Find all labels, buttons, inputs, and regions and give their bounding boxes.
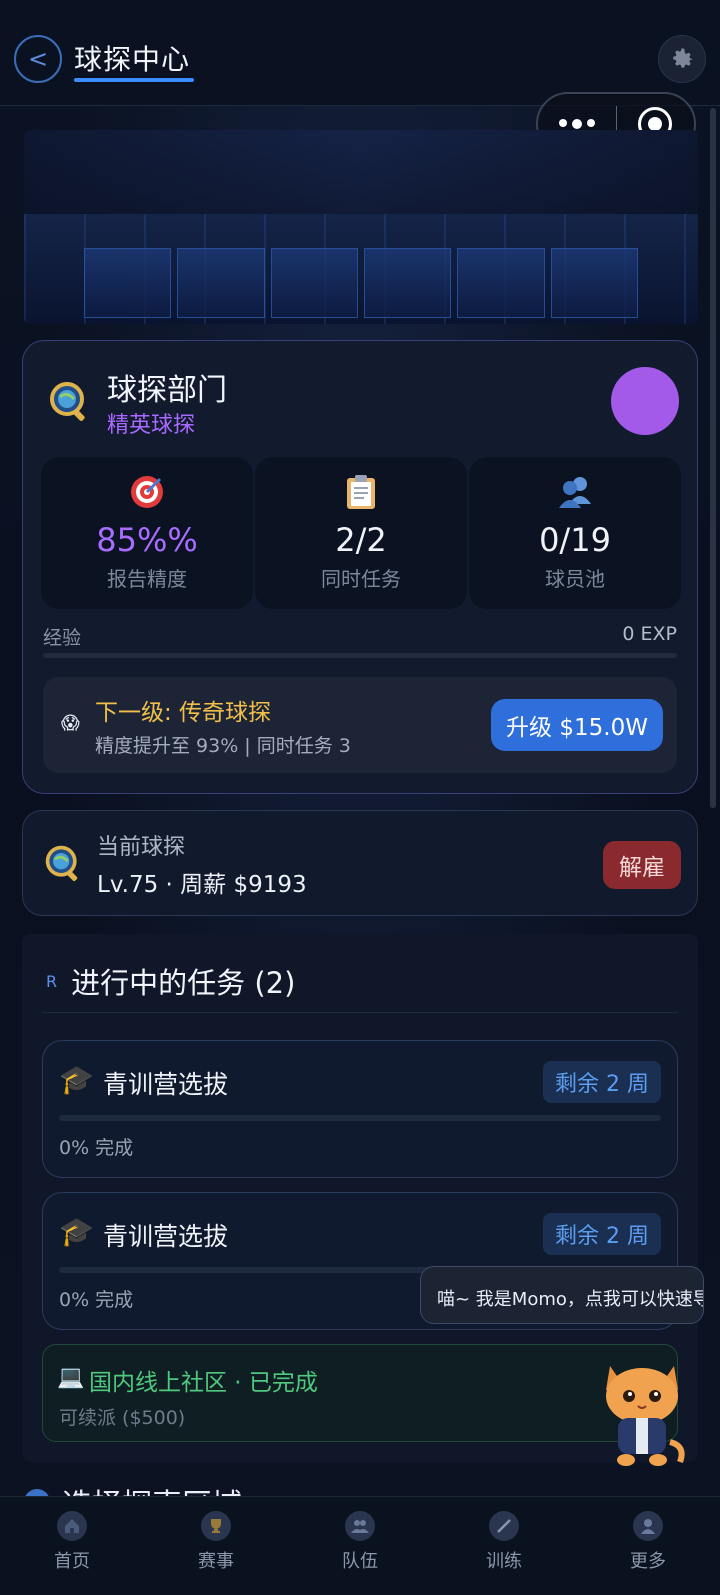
- scout-department-card: 球探部门 精英球探 85%% 报告精度 2/2 同时任务 0/19 球员池 经验…: [22, 340, 698, 794]
- current-scout-info: Lv.75 · 周薪 $9193: [97, 872, 307, 898]
- stat-tasks: 2/2 同时任务: [255, 457, 467, 609]
- current-scout-card: 当前球探 Lv.75 · 周薪 $9193 解雇: [22, 810, 698, 916]
- tab-label: 赛事: [198, 1551, 234, 1572]
- tab-label: 首页: [54, 1551, 90, 1572]
- task-progress-text: 0% 完成: [59, 1289, 134, 1311]
- tasks-title: 进行中的任务 (2): [71, 966, 296, 1000]
- task-card[interactable]: 🎓 青训营选拔 剩余 2 周 0% 完成: [42, 1040, 678, 1178]
- stat-player-pool-value: 0/19: [539, 521, 611, 559]
- stat-accuracy-label: 报告精度: [107, 567, 187, 591]
- task-remaining-badge: 剩余 2 周: [543, 1213, 661, 1255]
- task-name: 青训营选拔: [103, 1222, 229, 1251]
- level-badge-avatar[interactable]: [611, 367, 679, 435]
- back-arrow-icon: <: [27, 45, 49, 73]
- graduation-cap-icon: 🎓: [59, 1063, 94, 1096]
- tab-training[interactable]: 训练: [432, 1497, 576, 1595]
- hero-screens: [84, 248, 638, 318]
- page-title: 球探中心: [74, 43, 191, 76]
- momo-tooltip[interactable]: 喵~ 我是Momo，点我可以快速导航: [420, 1266, 704, 1324]
- tab-label: 训练: [486, 1551, 522, 1572]
- player-icon: [556, 473, 594, 511]
- training-icon: [489, 1511, 519, 1541]
- hero-banner-image: [24, 130, 698, 324]
- top-header: < 球探中心: [0, 0, 720, 106]
- task-progress-text: 0% 完成: [59, 1137, 134, 1159]
- tab-home[interactable]: 首页: [0, 1497, 144, 1595]
- more-dots-icon: [558, 119, 595, 129]
- clipboard-icon: [342, 473, 380, 511]
- bottom-tab-bar: 首页 赛事 队伍 训练 更多: [0, 1496, 720, 1595]
- department-level: 精英球探: [107, 413, 196, 438]
- settings-button[interactable]: [658, 35, 706, 83]
- department-stats: 85%% 报告精度 2/2 同时任务 0/19 球员池: [41, 457, 681, 609]
- trophy-icon: [201, 1511, 231, 1541]
- momo-cat-mascot-icon[interactable]: [596, 1356, 688, 1468]
- stat-player-pool: 0/19 球员池: [469, 457, 681, 609]
- completed-task-subtitle: 可续派 ($500): [59, 1407, 186, 1429]
- task-remaining-badge: 剩余 2 周: [543, 1061, 661, 1103]
- experience-value: 0 EXP: [622, 623, 677, 645]
- department-title: 球探部门: [107, 373, 227, 408]
- stat-accuracy-value: 85%%: [96, 521, 198, 559]
- scrollbar[interactable]: [710, 108, 716, 808]
- fire-scout-button[interactable]: 解雇: [603, 841, 681, 889]
- experience-label: 经验: [43, 627, 82, 649]
- home-icon: [57, 1511, 87, 1541]
- stat-tasks-label: 同时任务: [321, 567, 401, 591]
- next-level-box: 😱 下一级: 传奇球探 精度提升至 93% | 同时任务 3 升级 $15.0W: [43, 677, 677, 773]
- target-icon: [128, 473, 166, 511]
- current-scout-label: 当前球探: [97, 835, 186, 860]
- upgrade-mascot-icon: 😱: [61, 713, 80, 734]
- profile-icon: [633, 1511, 663, 1541]
- magnifier-globe-icon: [45, 845, 78, 882]
- task-name: 青训营选拔: [103, 1070, 229, 1099]
- upgrade-button[interactable]: 升级 $15.0W: [491, 699, 663, 751]
- experience-progress-bar: [43, 653, 677, 658]
- tasks-header-mark: R: [46, 971, 58, 991]
- tasks-header: R 进行中的任务 (2): [46, 960, 295, 1002]
- tab-matches[interactable]: 赛事: [144, 1497, 288, 1595]
- title-underline: [74, 78, 194, 82]
- completed-task-card[interactable]: 💻 国内线上社区 · 已完成 可续派 ($500): [42, 1344, 678, 1442]
- tab-team[interactable]: 队伍: [288, 1497, 432, 1595]
- gear-icon: [673, 48, 693, 68]
- tab-label: 更多: [630, 1551, 666, 1572]
- tab-more[interactable]: 更多: [576, 1497, 720, 1595]
- divider: [42, 1012, 678, 1013]
- back-button[interactable]: <: [14, 35, 62, 83]
- task-progress-bar: [59, 1115, 661, 1121]
- tab-label: 队伍: [342, 1551, 378, 1572]
- next-level-description: 精度提升至 93% | 同时任务 3: [95, 735, 351, 757]
- magnifier-globe-icon: [50, 382, 85, 421]
- experience-row: 经验 0 EXP: [43, 623, 677, 650]
- graduation-cap-icon: 🎓: [59, 1215, 94, 1248]
- completed-task-title: 国内线上社区 · 已完成: [89, 1370, 318, 1396]
- stat-tasks-value: 2/2: [335, 521, 387, 559]
- stat-player-pool-label: 球员池: [545, 567, 605, 591]
- next-level-title: 下一级: 传奇球探: [95, 700, 272, 726]
- stat-accuracy: 85%% 报告精度: [41, 457, 253, 609]
- computer-icon: 💻: [57, 1365, 85, 1390]
- team-icon: [345, 1511, 375, 1541]
